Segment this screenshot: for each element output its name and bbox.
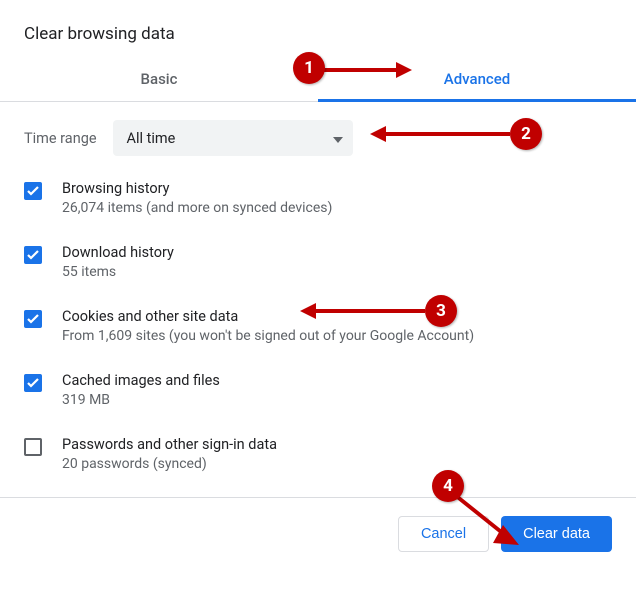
annotation-marker-2: 2 (510, 118, 542, 150)
options-scroll-area[interactable]: Time range All time Browsing history 26,… (0, 102, 636, 497)
tab-advanced[interactable]: Advanced (318, 58, 636, 101)
option-download-history: Download history 55 items (24, 244, 612, 280)
time-range-value: All time (127, 130, 176, 147)
option-cached: Cached images and files 319 MB (24, 372, 612, 408)
option-subtitle: 20 passwords (synced) (62, 456, 277, 472)
option-title: Cookies and other site data (62, 308, 474, 325)
option-title: Download history (62, 244, 174, 261)
annotation-marker-4: 4 (432, 470, 464, 502)
annotation-marker-1: 1 (293, 52, 325, 84)
cancel-button[interactable]: Cancel (398, 516, 489, 552)
option-title: Cached images and files (62, 372, 220, 389)
option-cookies: Cookies and other site data From 1,609 s… (24, 308, 612, 344)
option-browsing-history: Browsing history 26,074 items (and more … (24, 180, 612, 216)
time-range-select[interactable]: All time (113, 120, 353, 156)
checkbox-cached[interactable] (24, 374, 42, 392)
time-range-label: Time range (24, 130, 97, 147)
checkbox-download-history[interactable] (24, 246, 42, 264)
chevron-down-icon (333, 130, 343, 147)
checkbox-browsing-history[interactable] (24, 182, 42, 200)
option-subtitle: From 1,609 sites (you won't be signed ou… (62, 328, 474, 344)
option-title: Browsing history (62, 180, 332, 197)
clear-data-button[interactable]: Clear data (501, 516, 612, 552)
option-title: Passwords and other sign-in data (62, 436, 277, 453)
option-subtitle: 26,074 items (and more on synced devices… (62, 200, 332, 216)
option-subtitle: 319 MB (62, 392, 220, 408)
dialog-footer: Cancel Clear data (0, 497, 636, 570)
option-subtitle: 55 items (62, 264, 174, 280)
option-passwords: Passwords and other sign-in data 20 pass… (24, 436, 612, 472)
checkbox-passwords[interactable] (24, 438, 42, 456)
dialog-title: Clear browsing data (0, 0, 636, 58)
tab-basic[interactable]: Basic (0, 58, 318, 101)
annotation-marker-3: 3 (425, 295, 457, 327)
checkbox-cookies[interactable] (24, 310, 42, 328)
